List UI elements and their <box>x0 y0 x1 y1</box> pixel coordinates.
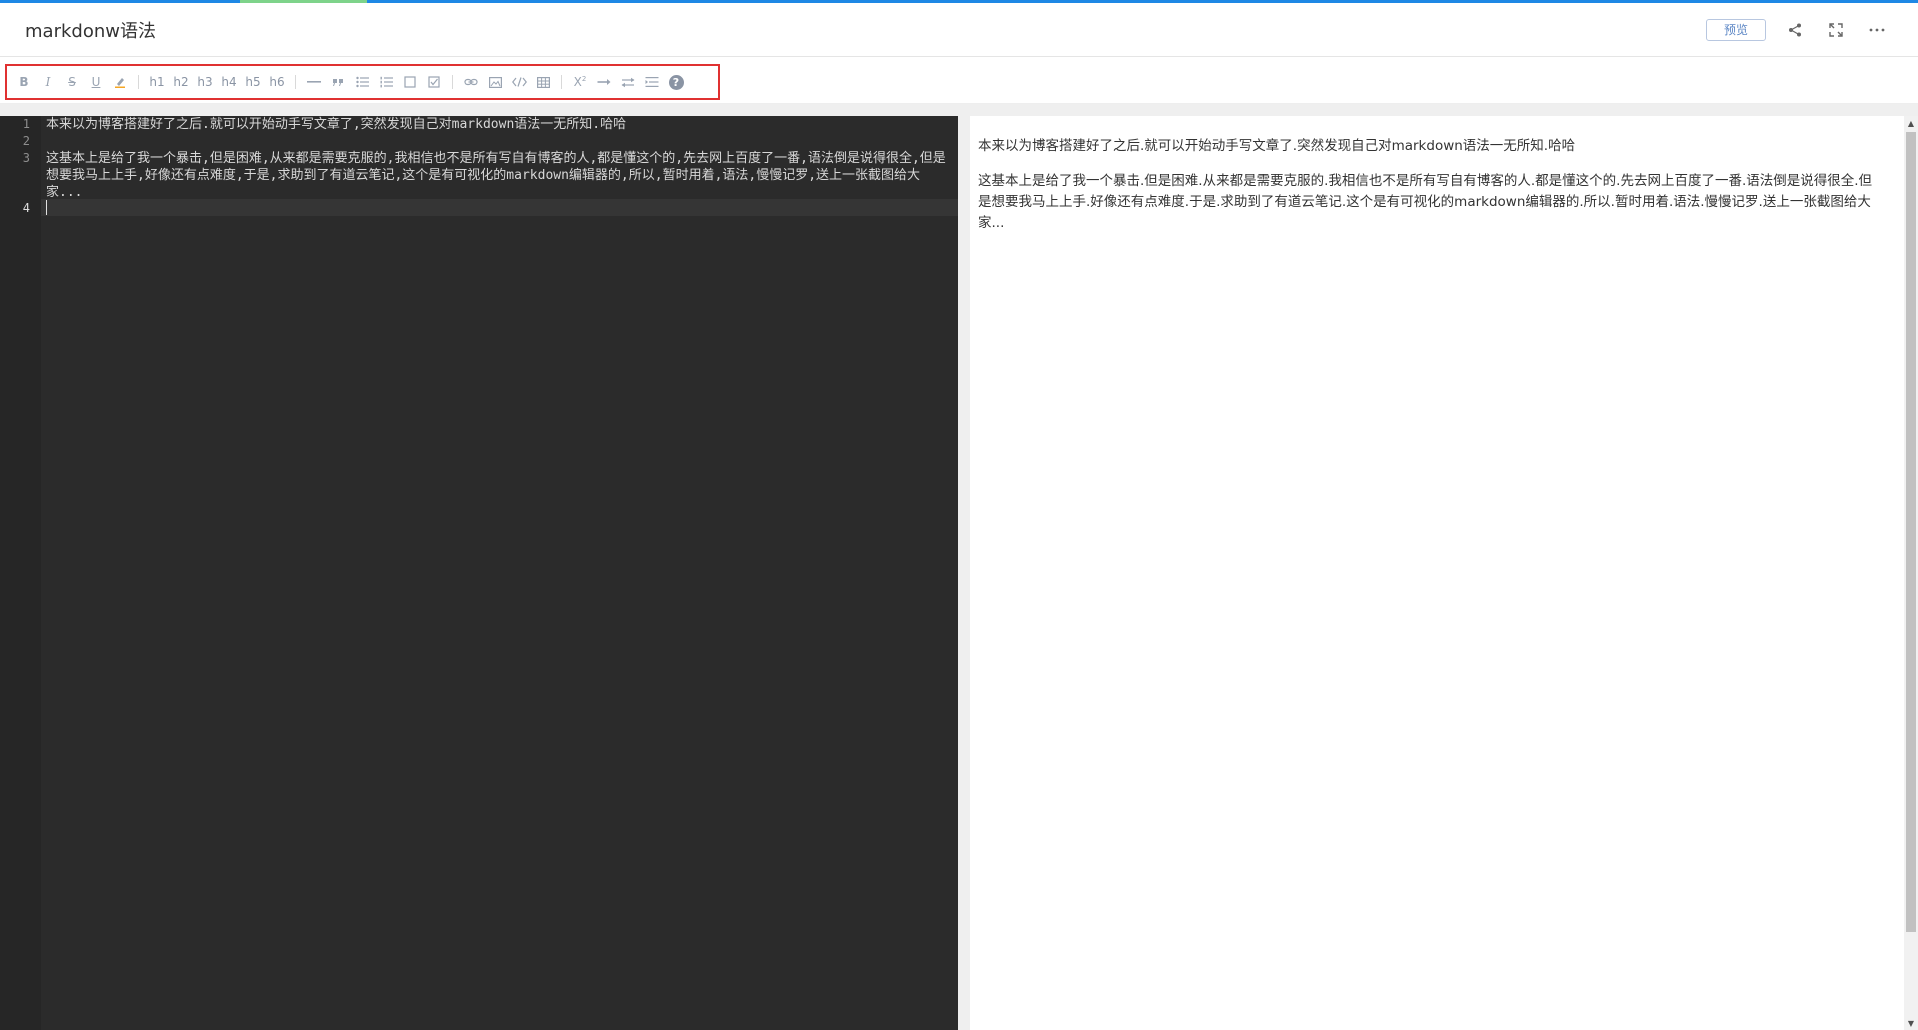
swap-icon <box>621 77 635 87</box>
underline-button[interactable]: U <box>84 70 108 94</box>
link-button[interactable] <box>459 70 483 94</box>
active-line-highlight <box>41 199 958 216</box>
h1-button[interactable]: h1 <box>145 70 169 94</box>
toolbar-separator <box>138 75 139 89</box>
h2-label: h2 <box>173 75 189 89</box>
preview-paragraph: 本来以为博客搭建好了之后.就可以开始动手写文章了.突然发现自己对markdown… <box>978 138 1576 154</box>
markdown-editor[interactable]: 1 2 3 4 本来以为博客搭建好了之后.就可以开始动手写文章了,突然发现自己对… <box>0 116 958 1030</box>
toolbar-divider <box>0 104 1918 116</box>
quote-icon <box>332 78 343 86</box>
arrow-right-button[interactable] <box>592 70 616 94</box>
highlight-button[interactable] <box>108 70 132 94</box>
checked-checkbox-button[interactable] <box>422 70 446 94</box>
h1-label: h1 <box>149 75 165 89</box>
more-icon[interactable] <box>1866 19 1888 41</box>
line-number: 3 <box>22 151 30 165</box>
ordered-list-button[interactable] <box>374 70 398 94</box>
table-button[interactable] <box>531 70 555 94</box>
toolbar-separator <box>561 75 562 89</box>
h6-button[interactable]: h6 <box>265 70 289 94</box>
ol-icon <box>380 76 393 88</box>
line-number: 4 <box>22 201 30 215</box>
markdown-preview: 本来以为博客搭建好了之后.就可以开始动手写文章了.突然发现自己对markdown… <box>970 116 1904 1030</box>
h5-button[interactable]: h5 <box>241 70 265 94</box>
arrow-right-icon <box>597 79 611 85</box>
h3-button[interactable]: h3 <box>193 70 217 94</box>
h4-button[interactable]: h4 <box>217 70 241 94</box>
underline-icon: U <box>91 75 101 89</box>
checked-checkbox-icon <box>428 76 440 88</box>
markdown-toolbar: B I S U h1 h2 h3 h4 h5 h6 X2 ? <box>12 70 688 94</box>
image-icon <box>488 76 502 88</box>
line-number: 1 <box>22 117 30 131</box>
header-bar: markdonw语法 预览 <box>0 3 1918 57</box>
text-cursor <box>46 200 47 215</box>
h3-label: h3 <box>197 75 213 89</box>
h6-label: h6 <box>269 75 285 89</box>
swap-button[interactable] <box>616 70 640 94</box>
italic-icon: I <box>45 75 51 89</box>
ul-icon <box>355 76 369 88</box>
line-number-gutter <box>0 116 41 1030</box>
superscript-base: X <box>573 75 582 89</box>
highlighter-icon <box>115 78 125 88</box>
h4-label: h4 <box>221 75 237 89</box>
share-icon[interactable] <box>1784 19 1806 41</box>
hr-icon <box>307 81 321 83</box>
scroll-down-arrow[interactable]: ▼ <box>1904 1016 1918 1030</box>
preview-paragraph: 这基本上是给了我一个暴击.但是困难.从来都是需要克服的.我相信也不是所有写自有博… <box>978 173 1873 231</box>
editor-line[interactable]: 这基本上是给了我一个暴击,但是困难,从来都是需要克服的,我相信也不是所有写自有博… <box>46 150 954 201</box>
strikethrough-button[interactable]: S <box>60 70 84 94</box>
italic-button[interactable]: I <box>36 70 60 94</box>
fullscreen-icon[interactable] <box>1825 19 1847 41</box>
code-icon <box>511 77 527 87</box>
pane-divider[interactable] <box>958 116 970 1030</box>
h5-label: h5 <box>245 75 261 89</box>
image-button[interactable] <box>483 70 507 94</box>
preview-button[interactable]: 预览 <box>1706 19 1766 41</box>
editor-line[interactable]: 本来以为博客搭建好了之后.就可以开始动手写文章了,突然发现自己对markdown… <box>46 116 954 133</box>
toolbar-separator <box>295 75 296 89</box>
line-number: 2 <box>22 134 30 148</box>
superscript-button[interactable]: X2 <box>568 70 592 94</box>
checkbox-icon <box>404 76 416 88</box>
code-button[interactable] <box>507 70 531 94</box>
quote-button[interactable] <box>326 70 350 94</box>
toolbar-separator <box>452 75 453 89</box>
help-icon: ? <box>668 74 684 90</box>
preview-scrollbar[interactable]: ▲ ▼ <box>1904 116 1918 1030</box>
help-button[interactable]: ? <box>664 70 688 94</box>
horizontal-rule-button[interactable] <box>302 70 326 94</box>
bold-icon: B <box>19 75 29 89</box>
indent-button[interactable] <box>640 70 664 94</box>
checkbox-button[interactable] <box>398 70 422 94</box>
bold-button[interactable]: B <box>12 70 36 94</box>
document-title[interactable]: markdonw语法 <box>25 17 156 43</box>
h2-button[interactable]: h2 <box>169 70 193 94</box>
scrollbar-thumb[interactable] <box>1906 132 1916 932</box>
indent-icon <box>645 77 659 87</box>
link-icon <box>464 78 478 86</box>
superscript-icon: X2 <box>574 75 587 89</box>
unordered-list-button[interactable] <box>350 70 374 94</box>
superscript-exponent: 2 <box>581 75 587 83</box>
help-glyph: ? <box>672 75 680 89</box>
scroll-up-arrow[interactable]: ▲ <box>1904 116 1918 130</box>
strikethrough-icon: S <box>68 75 76 89</box>
table-icon <box>536 76 550 88</box>
